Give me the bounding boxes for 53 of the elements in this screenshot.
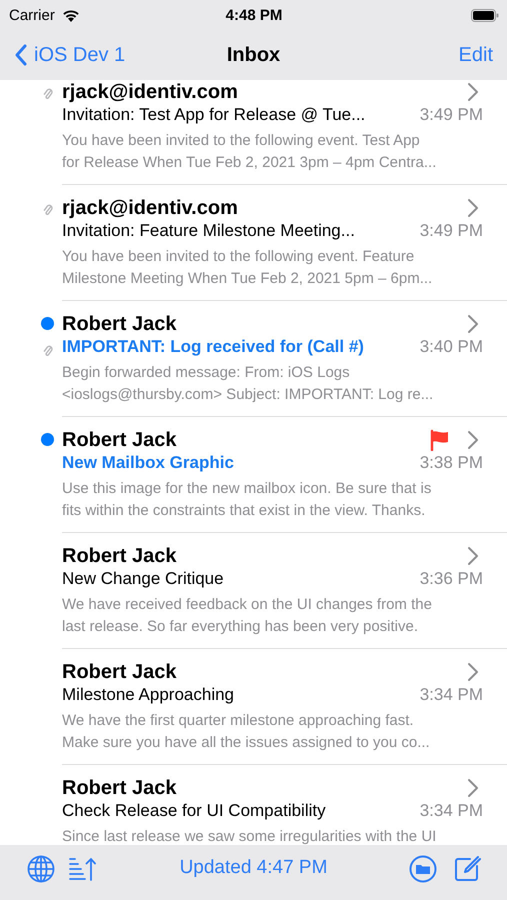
sender-name: Robert Jack xyxy=(62,660,178,684)
carrier-label: Carrier xyxy=(9,6,55,24)
message-preview: Since last release we saw some irregularities with the UI xyxy=(62,827,438,845)
message-row[interactable]: rjack@identiv.com Invitation: Feature Milestone Meeting... 3:49 PM You have been invited to the following event. Feature Milestone Meeting When Tue Feb 2, 2021 5pm – 6pm... xyxy=(0,185,507,301)
message-time: 3:40 PM xyxy=(420,337,483,357)
chevron-right-icon xyxy=(467,778,479,798)
subject-text: Invitation: Feature Milestone Meeting... xyxy=(62,221,355,241)
sender-name: rjack@identiv.com xyxy=(62,196,239,220)
message-time: 3:49 PM xyxy=(420,105,483,125)
message-row[interactable]: Robert Jack New Change Critique 3:36 PM We have received feedback on the UI changes from the last release. So far everything has been very positive. xyxy=(0,533,507,649)
chevron-right-icon xyxy=(467,314,479,334)
message-time: 3:34 PM xyxy=(420,685,483,705)
message-preview: You have been invited to the following event. Feature Milestone Meeting When Tue Feb 2, 2021 5pm – 6pm... xyxy=(62,247,434,289)
subject-text: New Change Critique xyxy=(62,569,224,589)
sender-name: Robert Jack xyxy=(62,428,178,452)
message-preview: We have received feedback on the UI changes from the last release. So far everything has been very positive. xyxy=(62,595,433,637)
chevron-right-icon xyxy=(467,198,479,218)
message-time: 3:49 PM xyxy=(420,221,483,241)
message-preview: You have been invited to the following event. Test App for Release When Tue Feb 2, 2021 3pm – 4pm Centra... xyxy=(62,131,438,173)
sender-name: rjack@identiv.com xyxy=(62,80,239,104)
message-time: 3:34 PM xyxy=(420,801,483,821)
subject-text: Check Release for UI Compatibility xyxy=(62,801,326,821)
sender-name: Robert Jack xyxy=(62,776,178,800)
chevron-left-icon xyxy=(14,43,28,67)
message-row[interactable]: rjack@identiv.com Invitation: Test App for Release @ Tue... 3:49 PM You have been invited to the following event. Test App for Release When Tue Feb 2, 2021 3pm – 4pm Centra... xyxy=(0,80,507,185)
chevron-right-icon xyxy=(467,546,479,566)
subject-text: New Mailbox Graphic xyxy=(62,453,234,473)
globe-icon[interactable] xyxy=(26,854,56,884)
message-preview: Use this image for the new mailbox icon. Be sure that is fits within the constraints that exist in the view. Thanks. xyxy=(62,479,432,521)
folder-icon[interactable] xyxy=(409,854,437,882)
nav-title: Inbox xyxy=(226,44,280,66)
subject-text: Milestone Approaching xyxy=(62,685,234,705)
message-row[interactable]: Robert Jack New Mailbox Graphic 3:38 PM Use this image for the new mailbox icon. Be sure that is fits within the constraints that exist in the view. Thanks. xyxy=(0,417,507,533)
message-row[interactable]: Robert Jack Milestone Approaching 3:34 PM We have the first quarter milestone approaching fast. Make sure you have all the issues assigned to you co... xyxy=(0,649,507,765)
sender-name: Robert Jack xyxy=(62,544,178,568)
subject-text: Invitation: Test App for Release @ Tue... xyxy=(62,105,366,125)
sort-icon[interactable] xyxy=(68,856,96,882)
message-preview: Begin forwarded message: From: iOS Logs <ioslogs@thursby.com> Subject: IMPORTANT: Log re... xyxy=(62,363,434,405)
update-status: Updated 4:47 PM xyxy=(180,857,328,879)
chevron-right-icon xyxy=(467,82,479,102)
message-row[interactable]: Robert Jack IMPORTANT: Log received for (Call #) 3:40 PM Begin forwarded message: From: iOS Logs <ioslogs@thursby.com> Subject: IMPORTANT: Log re... xyxy=(0,301,507,417)
wifi-icon xyxy=(60,8,81,22)
battery-icon xyxy=(471,8,499,22)
message-time: 3:38 PM xyxy=(420,453,483,473)
message-preview: We have the first quarter milestone approaching fast. Make sure you have all the issues assigned to you co... xyxy=(62,711,431,753)
chevron-right-icon xyxy=(467,662,479,682)
sender-name: Robert Jack xyxy=(62,312,178,336)
chevron-right-icon xyxy=(467,430,479,450)
message-time: 3:36 PM xyxy=(420,569,483,589)
message-row[interactable]: Robert Jack Check Release for UI Compatibility 3:34 PM Since last release we saw some irregularities with the UI xyxy=(0,765,507,845)
subject-text: IMPORTANT: Log received for (Call #) xyxy=(62,337,364,357)
compose-icon[interactable] xyxy=(453,854,481,882)
clock: 4:48 PM xyxy=(226,6,282,24)
